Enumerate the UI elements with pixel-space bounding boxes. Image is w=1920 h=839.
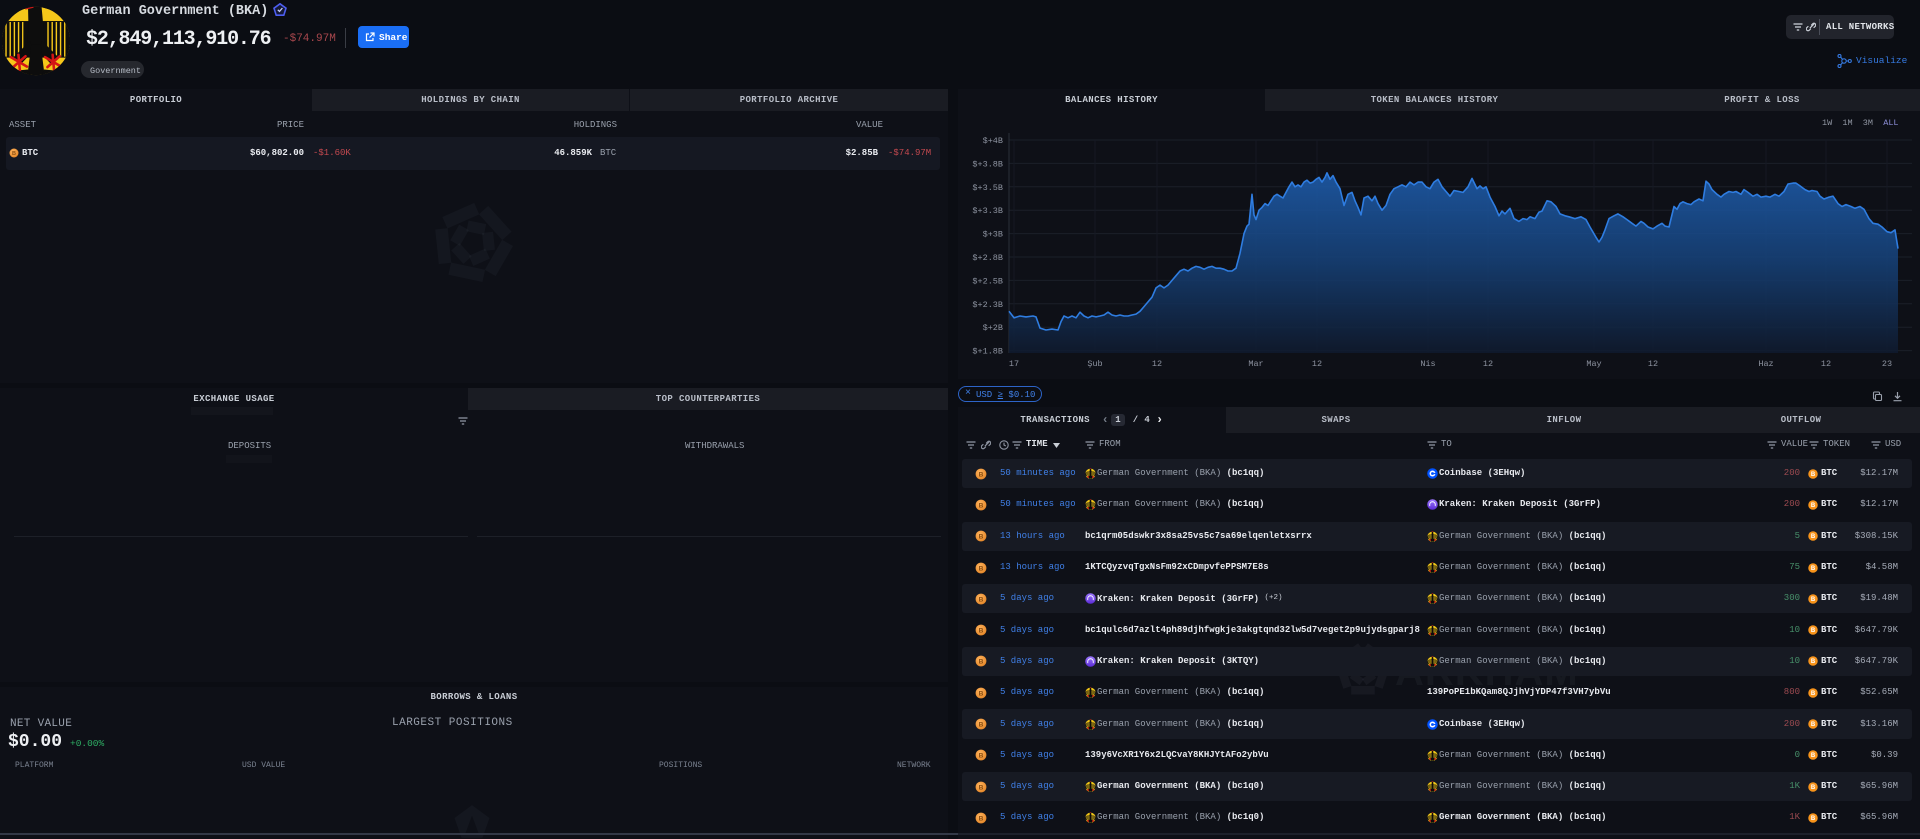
svg-text:Nis: Nis bbox=[1420, 359, 1435, 369]
svg-text:$+2.5B: $+2.5B bbox=[972, 276, 1003, 286]
svg-text:B: B bbox=[979, 721, 984, 728]
svg-text:May: May bbox=[1586, 359, 1601, 369]
svg-text:Haz: Haz bbox=[1758, 359, 1773, 369]
svg-text:Mar: Mar bbox=[1248, 359, 1263, 369]
svg-text:B: B bbox=[979, 628, 984, 635]
svg-text:12: 12 bbox=[1483, 359, 1493, 369]
svg-text:$+1.8B: $+1.8B bbox=[972, 347, 1003, 357]
svg-text:B: B bbox=[979, 596, 984, 603]
svg-text:$+2.8B: $+2.8B bbox=[972, 253, 1003, 263]
svg-text:Şub: Şub bbox=[1087, 359, 1102, 369]
svg-text:$+4B: $+4B bbox=[983, 136, 1003, 146]
svg-text:B: B bbox=[979, 753, 984, 760]
svg-text:$+2.3B: $+2.3B bbox=[972, 300, 1003, 310]
svg-text:$+3B: $+3B bbox=[983, 230, 1003, 240]
svg-text:B: B bbox=[979, 502, 984, 509]
svg-text:12: 12 bbox=[1152, 359, 1162, 369]
svg-text:23: 23 bbox=[1882, 359, 1892, 369]
svg-text:$+3.8B: $+3.8B bbox=[972, 159, 1003, 169]
svg-text:$+2B: $+2B bbox=[983, 323, 1003, 333]
svg-text:$+3.3B: $+3.3B bbox=[972, 206, 1003, 216]
svg-text:B: B bbox=[979, 534, 984, 541]
svg-text:B: B bbox=[12, 151, 16, 157]
svg-text:$+3.5B: $+3.5B bbox=[972, 183, 1003, 193]
svg-text:B: B bbox=[979, 784, 984, 791]
svg-text:12: 12 bbox=[1312, 359, 1322, 369]
svg-text:17: 17 bbox=[1009, 359, 1019, 369]
svg-text:12: 12 bbox=[1821, 359, 1831, 369]
svg-text:B: B bbox=[979, 659, 984, 666]
svg-text:B: B bbox=[979, 565, 984, 572]
svg-text:B: B bbox=[979, 815, 984, 822]
svg-text:12: 12 bbox=[1648, 359, 1658, 369]
svg-text:B: B bbox=[979, 690, 984, 697]
svg-text:B: B bbox=[979, 471, 984, 478]
